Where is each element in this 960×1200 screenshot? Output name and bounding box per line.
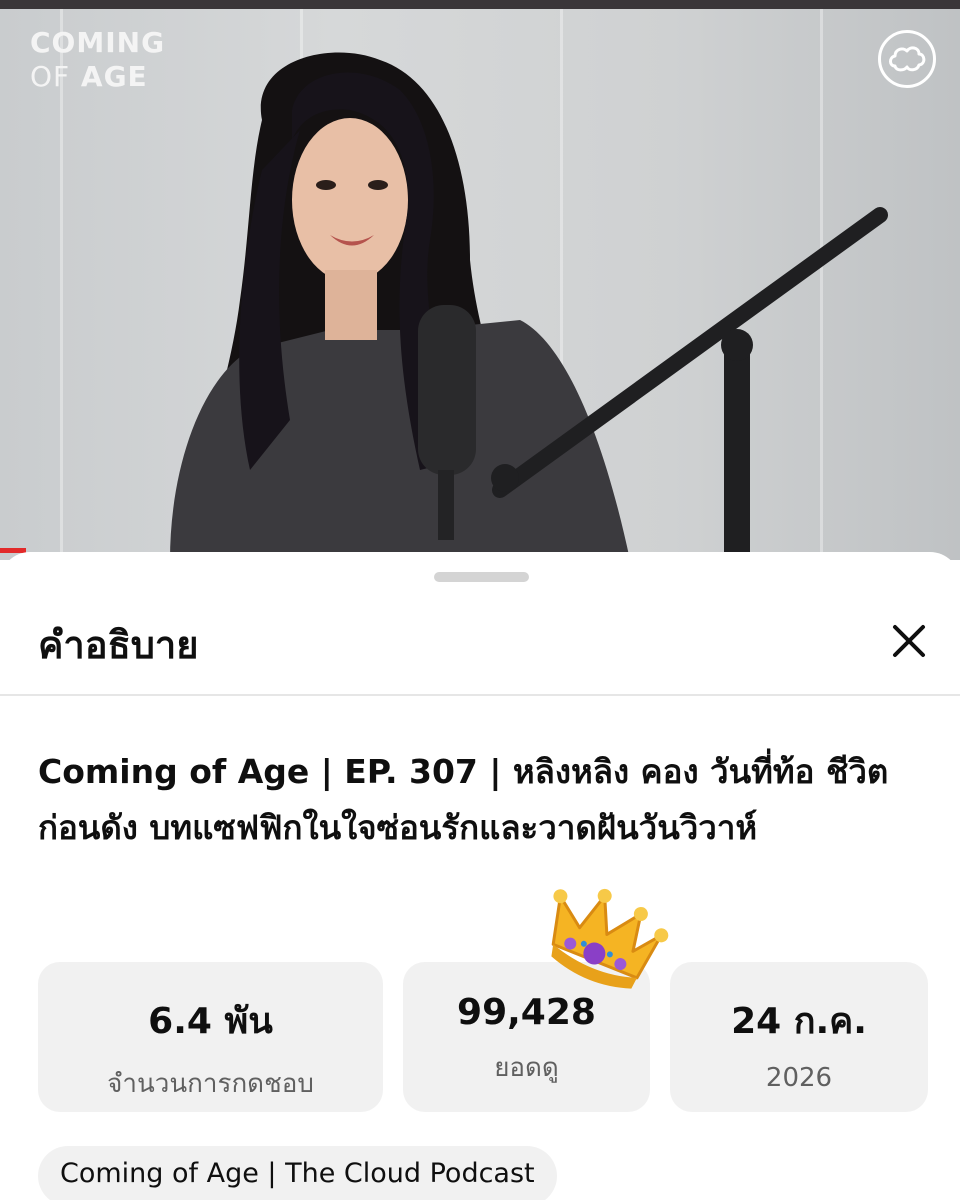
coming-of-age-logo: COMING OF AGE [30, 26, 165, 94]
sheet-title: คำอธิบาย [38, 623, 199, 667]
crown-emoji-icon [551, 888, 669, 989]
description-screen: COMING OF AGE คำอธิบาย Coming of Age | E… [0, 0, 960, 1200]
logo-word-age: AGE [80, 60, 148, 93]
likes-stat: 6.4 พัน จำนวนการกดชอบ [38, 962, 383, 1112]
logo-word-of: OF [30, 60, 71, 93]
video-player[interactable]: COMING OF AGE [0, 0, 960, 560]
logo-line-2: OF AGE [30, 60, 165, 94]
close-icon [893, 625, 925, 657]
logo-line-1: COMING [30, 26, 166, 59]
video-title: Coming of Age | EP. 307 | หลิงหลิง คอง ว… [38, 752, 889, 847]
likes-count: 6.4 พัน [148, 1001, 273, 1042]
drag-handle[interactable] [434, 572, 529, 582]
channel-chip[interactable]: Coming of Age | The Cloud Podcast [38, 1146, 557, 1200]
divider [0, 694, 960, 696]
views-count: 99,428 [457, 992, 596, 1033]
publish-date: 24 ก.ค. [731, 1001, 867, 1042]
likes-label: จำนวนการกดชอบ [107, 1069, 314, 1099]
description-sheet: คำอธิบาย Coming of Age | EP. 307 | หลิงห… [0, 552, 960, 1200]
cloud-icon [878, 30, 936, 88]
close-button[interactable] [886, 618, 932, 664]
views-label: ยอดดู [494, 1053, 559, 1083]
publish-date-stat: 24 ก.ค. 2026 [670, 962, 928, 1112]
publish-year: 2026 [765, 1063, 833, 1093]
